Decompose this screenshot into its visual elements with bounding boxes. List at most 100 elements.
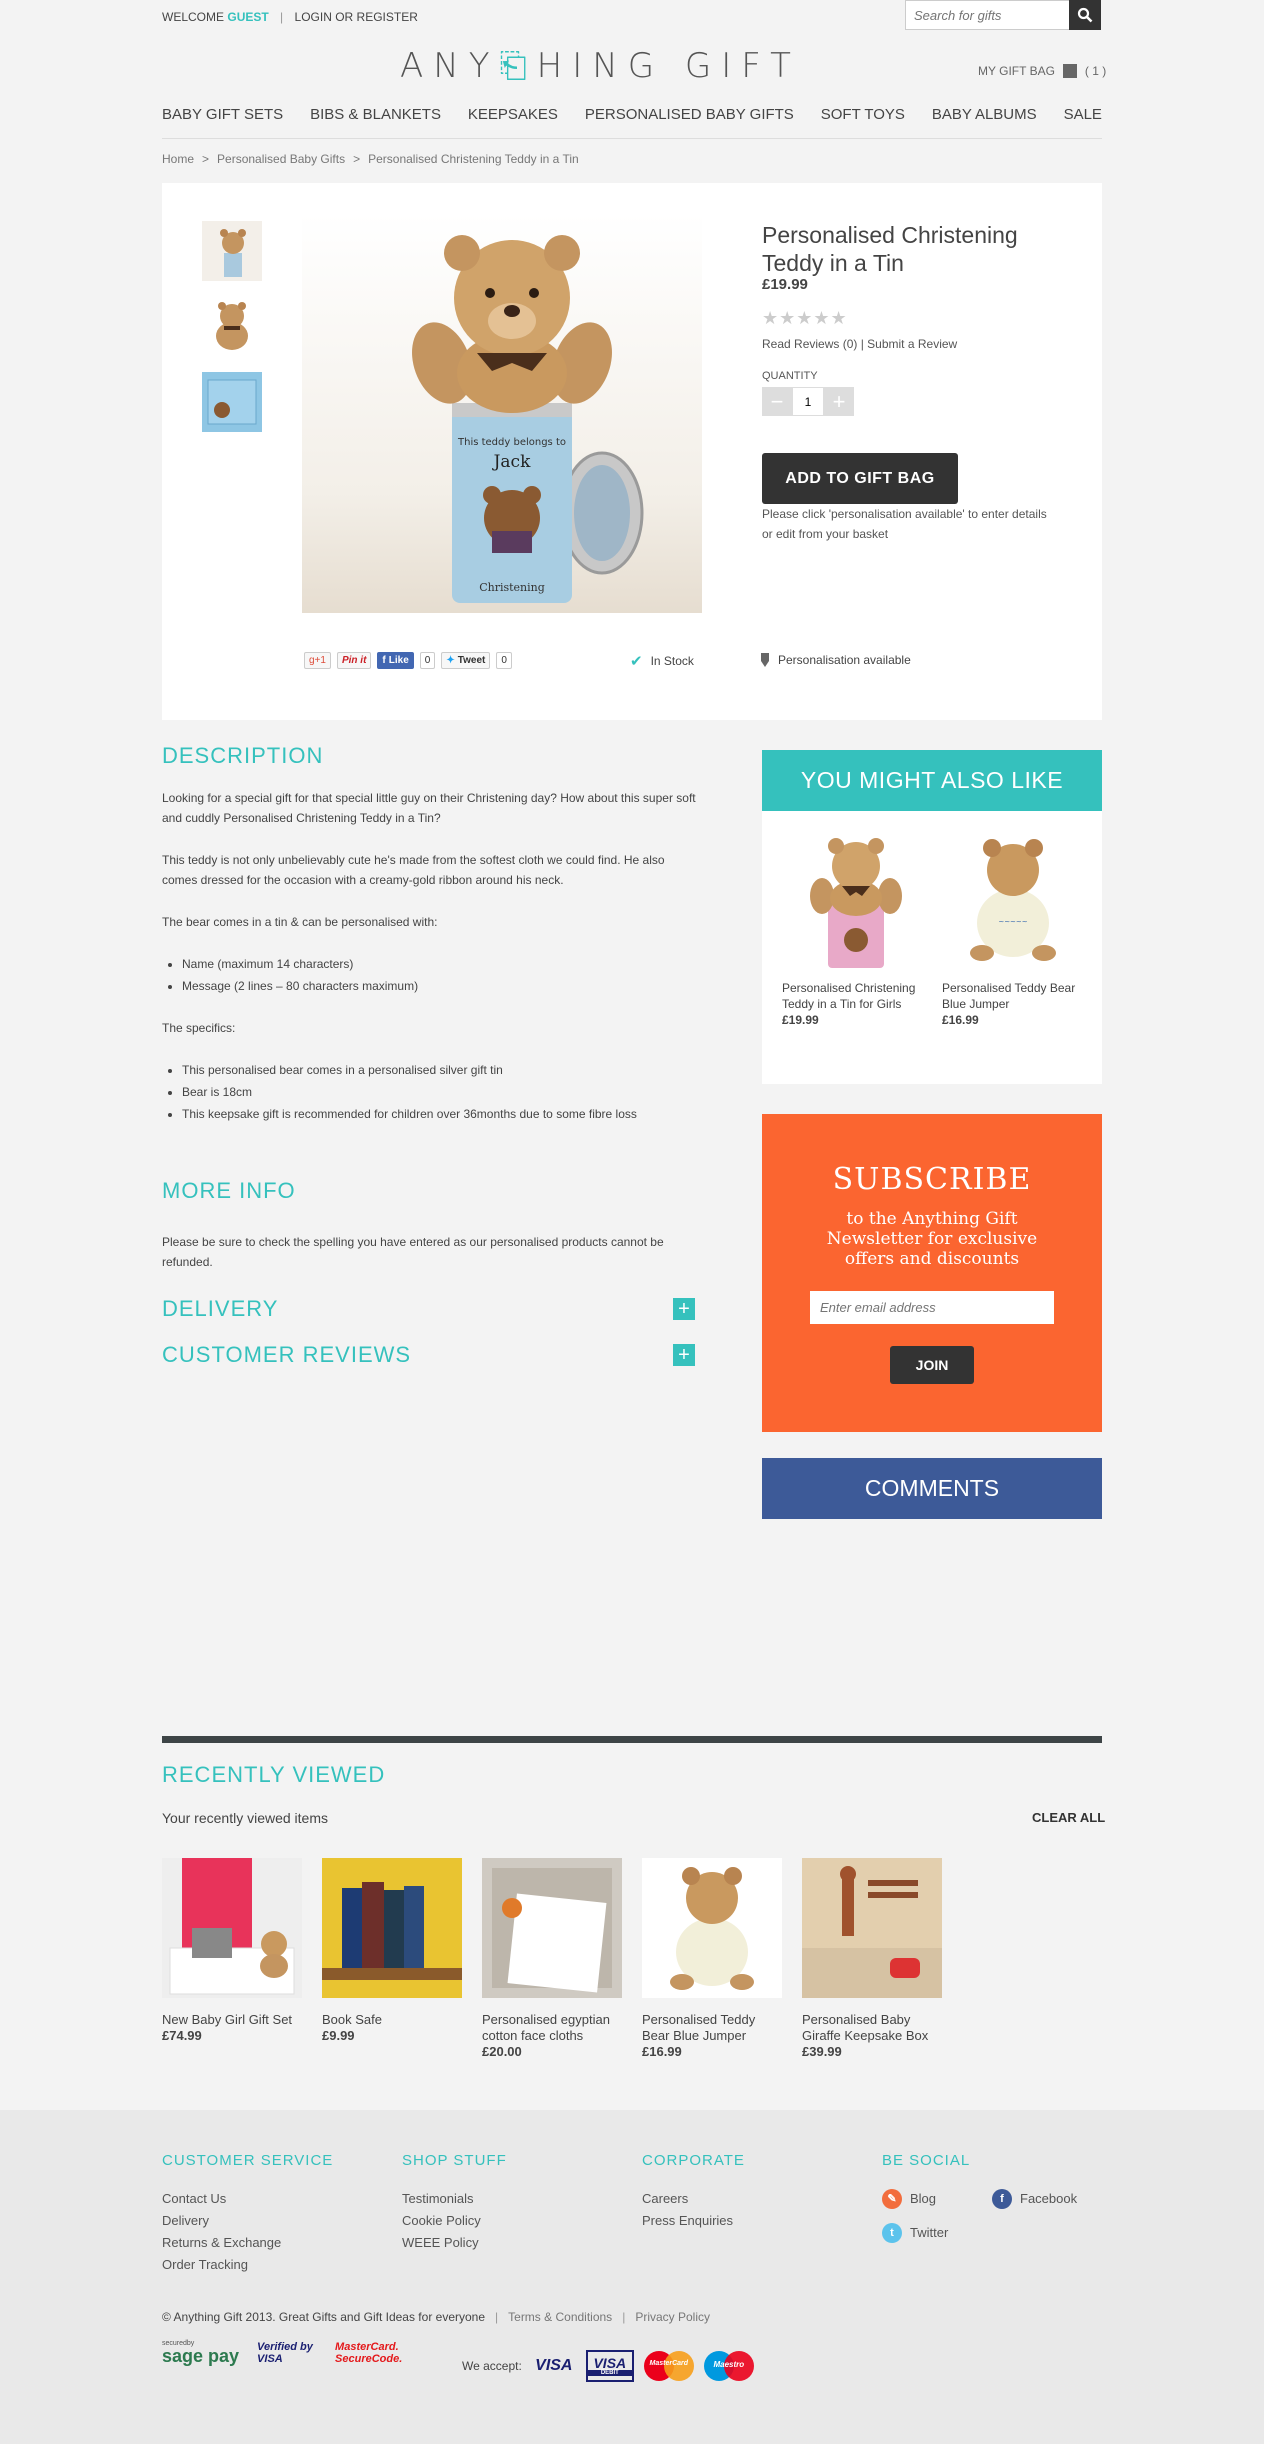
nav-keepsakes[interactable]: KEEPSAKES	[468, 106, 558, 123]
google-plus-button[interactable]: g+1	[304, 652, 331, 669]
product-name[interactable]: Personalised Baby Giraffe Keepsake Box	[802, 2012, 928, 2043]
quantity-input[interactable]	[792, 387, 824, 416]
recently-viewed-item[interactable]: New Baby Girl Gift Set £74.99	[162, 1858, 302, 2044]
product-price: £39.99	[802, 2044, 842, 2059]
nav-soft-toys[interactable]: SOFT TOYS	[821, 106, 905, 123]
verified-by-visa-logo: Verified by VISA	[257, 2340, 313, 2365]
social-share: g+1 Pin it f Like 0 ✦ Tweet 0	[304, 652, 512, 669]
gift-bag-count: ( 1 )	[1084, 64, 1107, 78]
nav-baby-gift-sets[interactable]: BABY GIFT SETS	[162, 106, 283, 123]
breadcrumb-home[interactable]: Home	[162, 152, 194, 166]
nav-sale[interactable]: SALE	[1064, 106, 1102, 123]
email-input[interactable]	[810, 1291, 1054, 1324]
add-to-gift-bag-button[interactable]: ADD TO GIFT BAG	[762, 453, 958, 504]
search-button[interactable]	[1069, 0, 1101, 30]
twitter-icon: t	[882, 2223, 902, 2243]
copyright-bar: © Anything Gift 2013. Great Gifts and Gi…	[162, 2310, 710, 2324]
maestro-icon: Maestro	[703, 2351, 754, 2381]
quantity-increase-button[interactable]: +	[824, 387, 854, 416]
footer-link-careers[interactable]: Careers	[642, 2191, 688, 2206]
product-name[interactable]: Book Safe	[322, 2012, 382, 2027]
product-price: £19.99	[762, 276, 808, 293]
privacy-link[interactable]: Privacy Policy	[635, 2310, 710, 2324]
product-name[interactable]: Personalised egyptian cotton face cloths	[482, 2012, 610, 2043]
recently-viewed-item[interactable]: Personalised egyptian cotton face cloths…	[482, 1858, 622, 2060]
product-name[interactable]: New Baby Girl Gift Set	[162, 2012, 292, 2027]
pinterest-button[interactable]: Pin it	[336, 652, 372, 669]
footer-heading: BE SOCIAL	[882, 2152, 971, 2169]
product-image[interactable]	[642, 1858, 782, 1998]
site-logo[interactable]: ANY⎗HING GIFT	[400, 46, 801, 86]
search-input[interactable]	[906, 1, 1066, 29]
footer-link-delivery[interactable]: Delivery	[162, 2213, 209, 2228]
visa-debit-card-icon: VISA DEBIT	[585, 2350, 634, 2382]
tweet-button[interactable]: ✦ Tweet	[441, 652, 491, 669]
personalisation-available-link[interactable]: Personalisation available	[760, 652, 911, 668]
product-image[interactable]	[782, 828, 924, 970]
logo-text-b: HING GIFT	[536, 46, 801, 86]
expand-plus-icon[interactable]: +	[673, 1298, 695, 1320]
blog-link[interactable]: ✎ Blog	[882, 2188, 936, 2210]
read-reviews-link[interactable]: Read Reviews (0)	[762, 337, 857, 351]
tin-caption: This teddy belongs to	[457, 437, 566, 448]
footer-link-cookie-policy[interactable]: Cookie Policy	[402, 2213, 481, 2228]
nav-baby-albums[interactable]: BABY ALBUMS	[932, 106, 1037, 123]
breadcrumb-category[interactable]: Personalised Baby Gifts	[217, 152, 345, 166]
description-paragraph: This teddy is not only unbelievably cute…	[162, 853, 665, 887]
quantity-decrease-button[interactable]: −	[762, 387, 792, 416]
submit-review-link[interactable]: Submit a Review	[867, 337, 957, 351]
product-image[interactable]	[482, 1858, 622, 1998]
tweet-count: 0	[496, 652, 512, 669]
facebook-icon: f	[992, 2189, 1012, 2209]
footer-link-press-enquiries[interactable]: Press Enquiries	[642, 2213, 733, 2228]
visa-card-icon: VISA	[535, 2357, 573, 2374]
product-thumbnail-1[interactable]	[202, 221, 262, 281]
stock-status: ✔ In Stock	[630, 652, 694, 670]
login-register-link[interactable]: LOGIN OR REGISTER	[295, 10, 418, 24]
nav-personalised-baby-gifts[interactable]: PERSONALISED BABY GIFTS	[585, 106, 794, 123]
product-name[interactable]: Personalised Christening Teddy in a Tin …	[782, 981, 915, 1011]
tin-footer: Christening	[479, 581, 545, 594]
facebook-link[interactable]: f Facebook	[992, 2188, 1077, 2210]
footer: CUSTOMER SERVICE Contact Us Delivery Ret…	[0, 2110, 1264, 2444]
recommended-product[interactable]: ~~~~~ Personalised Teddy Bear Blue Jumpe…	[942, 828, 1084, 1028]
clear-all-link[interactable]: CLEAR ALL	[1032, 1810, 1105, 1825]
facebook-like-button[interactable]: f Like	[377, 652, 414, 669]
footer-link-returns[interactable]: Returns & Exchange	[162, 2235, 281, 2250]
terms-link[interactable]: Terms & Conditions	[508, 2310, 612, 2324]
footer-link-contact-us[interactable]: Contact Us	[162, 2191, 226, 2206]
delivery-accordion[interactable]: DELIVERY +	[162, 1296, 695, 1322]
comments-panel[interactable]: COMMENTS	[762, 1458, 1102, 1519]
product-thumbnail-2[interactable]	[202, 296, 262, 356]
product-image[interactable]	[802, 1858, 942, 1998]
personalisation-list: Name (maximum 14 characters) Message (2 …	[182, 954, 702, 996]
expand-plus-icon[interactable]: +	[673, 1344, 695, 1366]
product-main-image[interactable]: This teddy belongs to Jack Christening	[302, 213, 702, 613]
description-heading: DESCRIPTION	[162, 743, 324, 768]
recently-viewed-item[interactable]: Personalised Teddy Bear Blue Jumper £16.…	[642, 1858, 782, 2060]
customer-reviews-accordion[interactable]: CUSTOMER REVIEWS +	[162, 1342, 695, 1368]
product-image[interactable]	[162, 1858, 302, 1998]
footer-link-testimonials[interactable]: Testimonials	[402, 2191, 474, 2206]
rating-stars: ★★★★★	[762, 308, 848, 328]
footer-link-weee-policy[interactable]: WEEE Policy	[402, 2235, 479, 2250]
product-name[interactable]: Personalised Teddy Bear Blue Jumper	[642, 2012, 755, 2043]
join-button[interactable]: JOIN	[890, 1346, 974, 1384]
footer-corporate: CORPORATE Careers Press Enquiries	[642, 2150, 745, 2232]
recently-viewed-item[interactable]: Book Safe £9.99	[322, 1858, 462, 2044]
recently-viewed-item[interactable]: Personalised Baby Giraffe Keepsake Box £…	[802, 1858, 942, 2060]
nav-bibs-blankets[interactable]: BIBS & BLANKETS	[310, 106, 441, 123]
product-image[interactable]: ~~~~~	[942, 828, 1084, 970]
twitter-link[interactable]: t Twitter	[882, 2222, 948, 2244]
product-name[interactable]: Personalised Teddy Bear Blue Jumper	[942, 981, 1075, 1011]
facebook-label: Facebook	[1020, 2191, 1078, 2206]
section-divider	[162, 1736, 1102, 1743]
product-thumbnail-3[interactable]	[202, 372, 262, 432]
gift-bag-link[interactable]: MY GIFT BAG ( 1 )	[978, 64, 1106, 78]
quantity-stepper: − +	[762, 387, 854, 416]
recommended-product[interactable]: Personalised Christening Teddy in a Tin …	[782, 828, 924, 1028]
footer-link-order-tracking[interactable]: Order Tracking	[162, 2257, 248, 2272]
product-image[interactable]	[322, 1858, 462, 1998]
breadcrumb-current: Personalised Christening Teddy in a Tin	[368, 152, 579, 166]
footer-shop-stuff: SHOP STUFF Testimonials Cookie Policy WE…	[402, 2150, 507, 2254]
